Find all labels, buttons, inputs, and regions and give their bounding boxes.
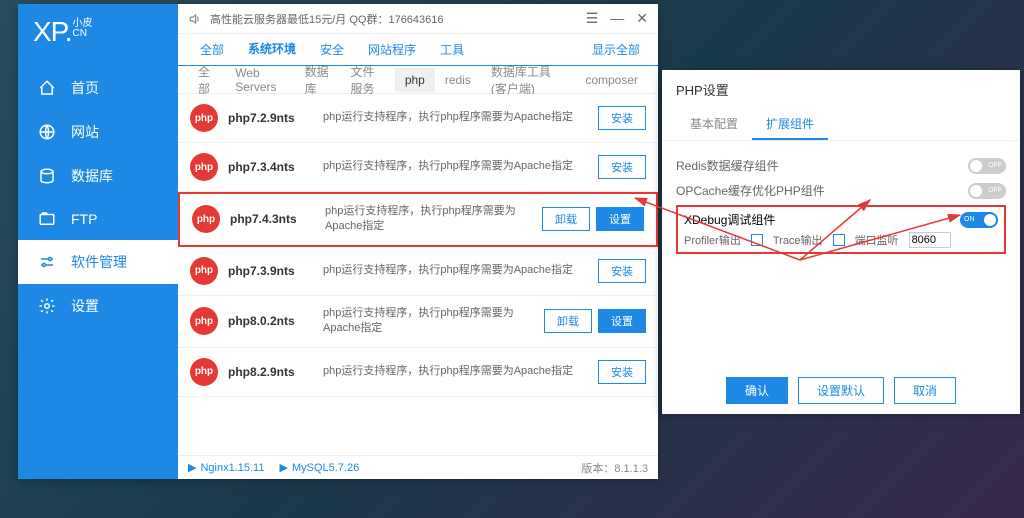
list-item: php php8.0.2nts php运行支持程序，执行php程序需要为Apac… (178, 296, 658, 348)
nav-label: 软件管理 (71, 252, 127, 272)
status-mysql[interactable]: ▶ MySQL5.7.26 (279, 461, 359, 474)
php-icon: php (190, 307, 218, 335)
sub-tabs: 全部 Web Servers 数据库 文件服务 php redis 数据库工具(… (178, 66, 658, 94)
logo-text: XP. (33, 16, 72, 47)
profiler-checkbox[interactable] (751, 234, 763, 246)
version-desc: php运行支持程序，执行php程序需要为Apache指定 (325, 204, 532, 235)
panel-tab-basic[interactable]: 基本配置 (676, 109, 752, 140)
status-nginx[interactable]: ▶ Nginx1.15.11 (188, 461, 264, 474)
nav-label: 网站 (71, 122, 99, 142)
nav-website[interactable]: 网站 (18, 110, 178, 154)
tab-tools[interactable]: 工具 (428, 33, 476, 66)
opcache-toggle[interactable]: OFF (968, 183, 1006, 199)
statusbar: ▶ Nginx1.15.11 ▶ MySQL5.7.26 版本：8.1.1.3 (178, 455, 658, 479)
menu-button[interactable]: ☰ (586, 10, 599, 27)
sliders-icon (38, 253, 56, 271)
settings-button[interactable]: 设置 (596, 207, 644, 231)
nav-label: 设置 (71, 296, 99, 316)
titlebar-text: 高性能云服务器最低15元/月 QQ群：176643616 (210, 11, 444, 27)
setting-label: OPCache缓存优化PHP组件 (676, 182, 825, 199)
globe-icon (38, 123, 56, 141)
logo: XP.小皮CN (18, 4, 178, 66)
content-area: 高性能云服务器最低15元/月 QQ群：176643616 ☰ — ✕ 全部 系统… (178, 4, 658, 479)
php-icon: php (190, 358, 218, 386)
subtab-webservers[interactable]: Web Servers (225, 61, 294, 99)
default-button[interactable]: 设置默认 (798, 377, 884, 404)
profiler-label: Profiler输出 (684, 232, 741, 248)
list-item: php php8.2.9nts php运行支持程序，执行php程序需要为Apac… (178, 348, 658, 397)
nav-home[interactable]: 首页 (18, 66, 178, 110)
setting-redis: Redis数据缓存组件 OFF (676, 153, 1006, 178)
port-label: 端口监听 (855, 232, 899, 248)
database-icon (38, 167, 56, 185)
confirm-button[interactable]: 确认 (726, 377, 788, 404)
install-button[interactable]: 安装 (598, 259, 646, 283)
version-desc: php运行支持程序，执行php程序需要为Apache指定 (323, 263, 588, 278)
home-icon (38, 79, 56, 97)
nav-ftp[interactable]: FTP (18, 198, 178, 240)
version-desc: php运行支持程序，执行php程序需要为Apache指定 (323, 306, 534, 337)
panel-tab-extensions[interactable]: 扩展组件 (752, 109, 828, 140)
close-button[interactable]: ✕ (636, 10, 648, 27)
version-name: php7.4.3nts (230, 212, 315, 226)
list-item: php php7.3.9nts php运行支持程序，执行php程序需要为Apac… (178, 247, 658, 296)
uninstall-button[interactable]: 卸载 (542, 207, 590, 231)
version-name: php7.2.9nts (228, 111, 313, 125)
nav-label: FTP (71, 211, 97, 227)
version-name: php7.3.4nts (228, 160, 313, 174)
panel-tabs: 基本配置 扩展组件 (662, 109, 1020, 141)
show-all-link[interactable]: 显示全部 (584, 41, 648, 58)
titlebar: 高性能云服务器最低15元/月 QQ群：176643616 ☰ — ✕ (178, 4, 658, 34)
install-button[interactable]: 安装 (598, 155, 646, 179)
nav-software[interactable]: 软件管理 (18, 240, 178, 284)
folder-icon (38, 210, 56, 228)
trace-label: Trace输出 (773, 232, 823, 248)
setting-label: Redis数据缓存组件 (676, 157, 779, 174)
panel-footer: 确认 设置默认 取消 (662, 367, 1020, 414)
nav-label: 数据库 (71, 166, 113, 186)
speaker-icon (188, 12, 202, 26)
php-settings-panel: PHP设置 基本配置 扩展组件 Redis数据缓存组件 OFF OPCache缓… (662, 70, 1020, 414)
xdebug-section: XDebug调试组件 ON Profiler输出 Trace输出 端口监听 (676, 205, 1006, 254)
nav-database[interactable]: 数据库 (18, 154, 178, 198)
window-controls: ☰ — ✕ (586, 10, 648, 27)
version-name: php7.3.9nts (228, 264, 313, 278)
software-list: php php7.2.9nts php运行支持程序，执行php程序需要为Apac… (178, 94, 658, 455)
version-desc: php运行支持程序，执行php程序需要为Apache指定 (323, 159, 588, 174)
subtab-redis[interactable]: redis (435, 68, 481, 92)
install-button[interactable]: 安装 (598, 106, 646, 130)
list-item: php php7.4.3nts php运行支持程序，执行php程序需要为Apac… (178, 192, 658, 247)
subtab-php[interactable]: php (395, 68, 435, 92)
php-icon: php (190, 257, 218, 285)
minimize-button[interactable]: — (610, 10, 624, 27)
list-item: php php7.3.4nts php运行支持程序，执行php程序需要为Apac… (178, 143, 658, 192)
main-application-window: XP.小皮CN 首页 网站 数据库 FTP 软件管理 设置 高性 (18, 4, 658, 479)
sidebar: XP.小皮CN 首页 网站 数据库 FTP 软件管理 设置 (18, 4, 178, 479)
nav-label: 首页 (71, 78, 99, 98)
cancel-button[interactable]: 取消 (894, 377, 956, 404)
version-desc: php运行支持程序，执行php程序需要为Apache指定 (323, 364, 588, 379)
version-name: php8.0.2nts (228, 314, 313, 328)
nav-settings[interactable]: 设置 (18, 284, 178, 328)
status-version: 版本：8.1.1.3 (581, 460, 648, 476)
php-icon: php (190, 153, 218, 181)
uninstall-button[interactable]: 卸载 (544, 309, 592, 333)
panel-body: Redis数据缓存组件 OFF OPCache缓存优化PHP组件 OFF XDe… (662, 141, 1020, 367)
trace-checkbox[interactable] (833, 234, 845, 246)
version-desc: php运行支持程序，执行php程序需要为Apache指定 (323, 110, 588, 125)
list-item: php php7.2.9nts php运行支持程序，执行php程序需要为Apac… (178, 94, 658, 143)
redis-toggle[interactable]: OFF (968, 158, 1006, 174)
xdebug-toggle[interactable]: ON (960, 212, 998, 228)
php-icon: php (190, 104, 218, 132)
port-input[interactable] (909, 232, 951, 248)
subtab-composer[interactable]: composer (575, 68, 648, 92)
setting-opcache: OPCache缓存优化PHP组件 OFF (676, 178, 1006, 203)
install-button[interactable]: 安装 (598, 360, 646, 384)
panel-title: PHP设置 (662, 70, 1020, 109)
setting-label: XDebug调试组件 (684, 211, 775, 228)
version-name: php8.2.9nts (228, 365, 313, 379)
gear-icon (38, 297, 56, 315)
php-icon: php (192, 205, 220, 233)
settings-button[interactable]: 设置 (598, 309, 646, 333)
